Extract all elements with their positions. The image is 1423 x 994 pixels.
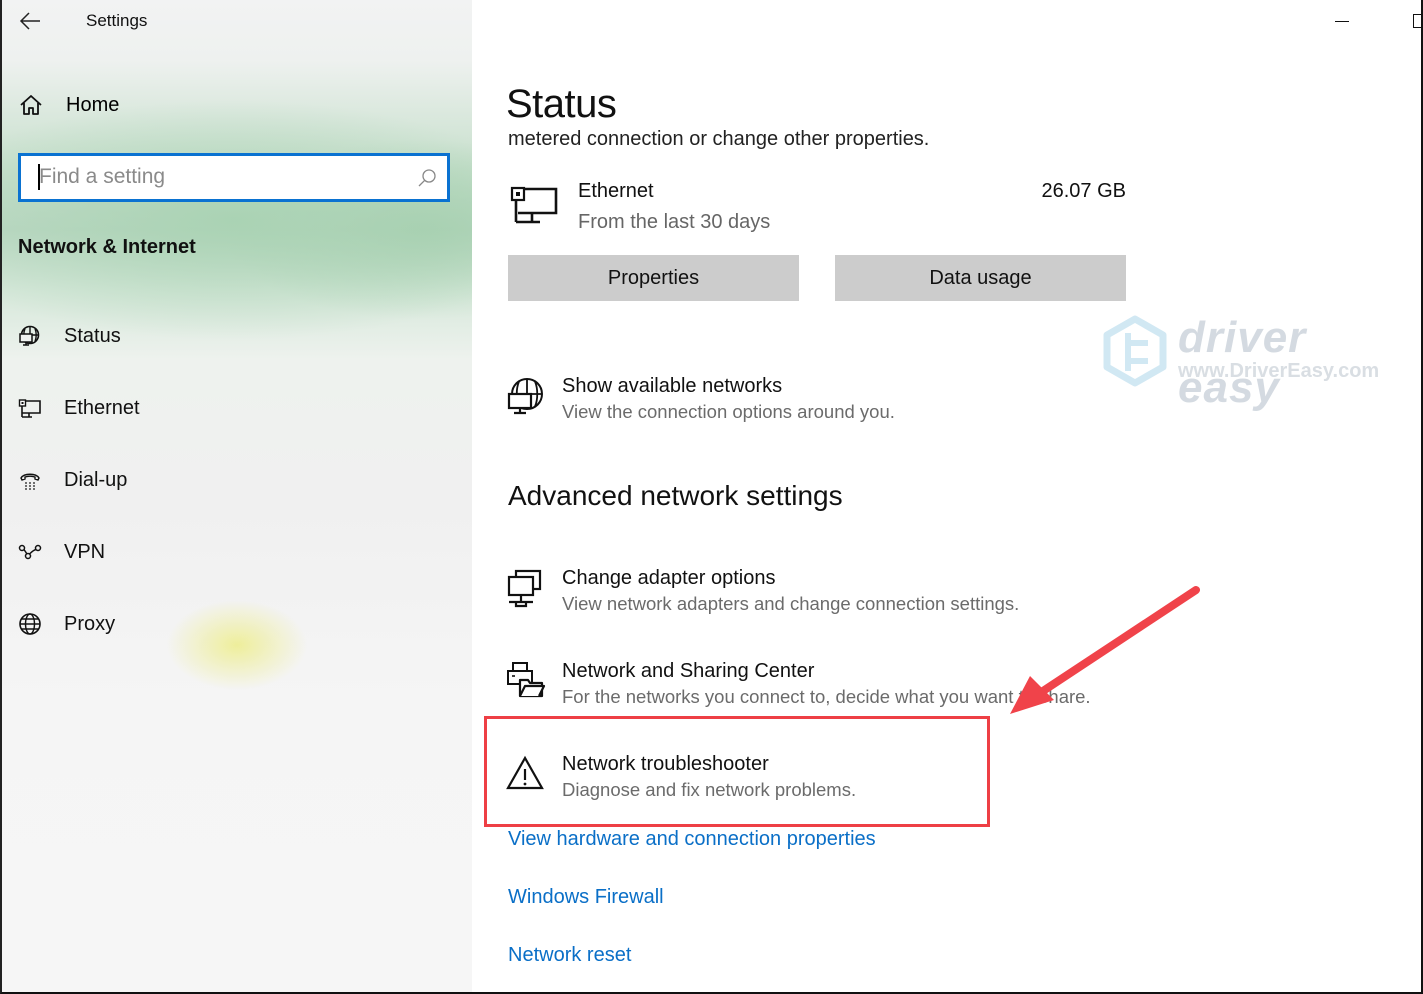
warning-icon	[506, 755, 544, 790]
phone-icon	[18, 468, 42, 492]
maximize-button[interactable]	[1413, 14, 1421, 28]
arrow-left-icon	[19, 12, 40, 30]
option-description: Diagnose and fix network problems.	[562, 779, 857, 800]
properties-button[interactable]: Properties	[508, 255, 799, 301]
driver-easy-logo-icon	[1103, 315, 1167, 387]
search-box[interactable]	[18, 153, 450, 202]
sidebar-item-label: VPN	[64, 540, 106, 563]
sidebar-item-label: Status	[64, 324, 121, 347]
search-input[interactable]	[39, 162, 409, 192]
connection-subtitle: From the last 30 days	[578, 211, 771, 233]
home-nav-item[interactable]: Home	[18, 92, 119, 118]
option-description: For the networks you connect to, decide …	[562, 686, 1091, 707]
sidebar-item-vpn[interactable]: VPN	[18, 537, 105, 567]
option-title: Show available networks	[562, 375, 783, 397]
ethernet-monitor-icon	[18, 396, 42, 420]
sidebar-item-label: Dial-up	[64, 468, 128, 491]
back-button[interactable]	[18, 10, 42, 32]
home-icon	[20, 95, 42, 115]
app-title: Settings	[86, 11, 148, 30]
home-label: Home	[66, 93, 120, 116]
minimize-button[interactable]	[1319, 12, 1365, 32]
connection-name: Ethernet	[578, 180, 654, 202]
arrow-shaft	[1036, 586, 1200, 697]
main-content: Status metered connection or change othe…	[472, 0, 1421, 994]
minimize-icon	[1335, 21, 1349, 22]
view-hardware-properties-link[interactable]: View hardware and connection properties	[508, 828, 876, 851]
network-adapter-icon	[507, 569, 542, 608]
globe-monitor-icon	[18, 324, 42, 348]
option-title: Network troubleshooter	[562, 753, 769, 775]
option-title: Change adapter options	[562, 567, 776, 589]
option-description: View the connection options around you.	[562, 401, 895, 422]
windows-firewall-link[interactable]: Windows Firewall	[508, 886, 664, 909]
sidebar-item-dial-up[interactable]: Dial-up	[18, 465, 127, 495]
section-title: Network & Internet	[18, 236, 196, 258]
printer-folder-icon	[507, 662, 546, 698]
watermark-url: www.DriverEasy.com	[1178, 360, 1380, 382]
ethernet-monitor-icon	[510, 186, 558, 224]
sidebar-item-status[interactable]: Status	[18, 321, 121, 351]
cut-off-text: metered connection or change other prope…	[508, 128, 930, 149]
sidebar-item-label: Proxy	[64, 612, 116, 635]
globe-icon	[18, 612, 42, 636]
search-icon[interactable]	[417, 168, 437, 188]
sidebar: Settings Home Network & Internet Status …	[2, 0, 472, 992]
vpn-icon	[18, 540, 42, 564]
connection-summary: Ethernet From the last 30 days 26.07 GB	[508, 180, 1126, 240]
sidebar-item-ethernet[interactable]: Ethernet	[18, 393, 140, 423]
advanced-settings-heading: Advanced network settings	[508, 480, 843, 511]
data-used: 26.07 GB	[1041, 180, 1126, 202]
option-description: View network adapters and change connect…	[562, 593, 1020, 614]
option-title: Network and Sharing Center	[562, 660, 815, 682]
network-reset-link[interactable]: Network reset	[508, 944, 631, 967]
sidebar-item-label: Ethernet	[64, 396, 140, 419]
page-title: Status	[506, 82, 617, 126]
watermark: driver easy www.DriverEasy.com	[1102, 313, 1412, 412]
data-usage-button[interactable]: Data usage	[835, 255, 1126, 301]
globe-monitor-icon	[507, 378, 543, 415]
sidebar-item-proxy[interactable]: Proxy	[18, 609, 115, 639]
